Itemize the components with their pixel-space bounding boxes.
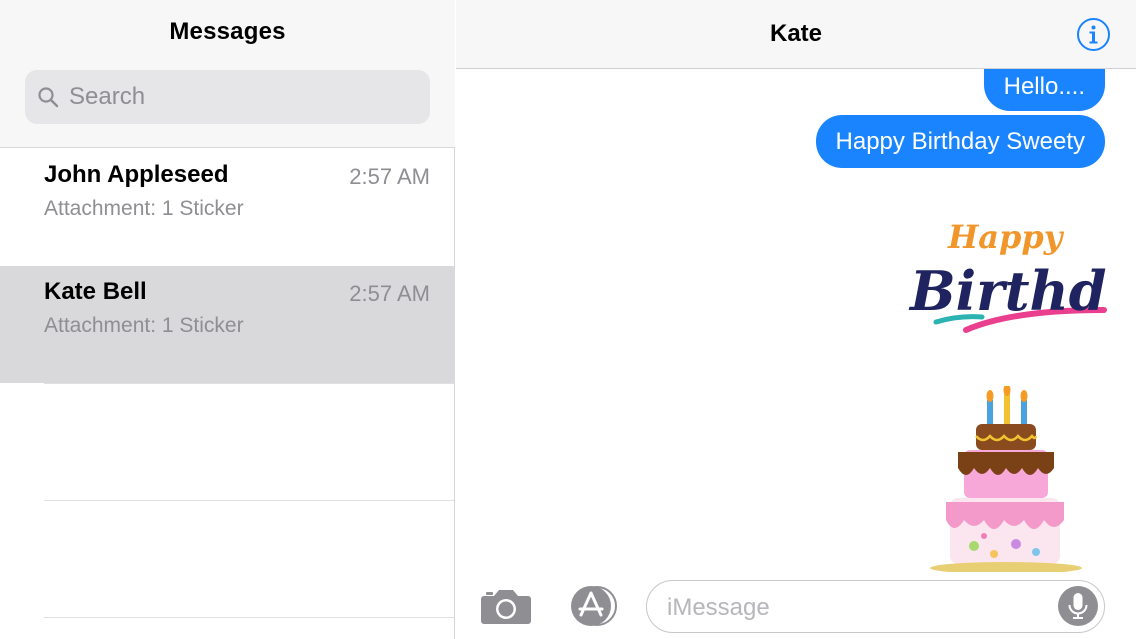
conversation-name: Kate Bell	[44, 278, 147, 305]
row-divider	[44, 617, 454, 618]
row-divider	[44, 500, 454, 501]
conversation-row-kate-bell[interactable]: Kate Bell 2:57 AM Attachment: 1 Sticker	[0, 266, 455, 383]
page-title: Messages	[169, 18, 286, 45]
conversation-preview: Attachment: 1 Sticker	[44, 197, 244, 220]
sent-message-bubble[interactable]: Happy Birthday Sweety	[815, 115, 1105, 168]
conversation-list-header: Messages Search	[0, 0, 455, 148]
conversation-time: 2:57 AM	[349, 281, 430, 306]
message-input[interactable]: iMessage	[646, 580, 1105, 633]
happy-birthday-text-sticker[interactable]: Happy Birthday	[908, 218, 1108, 334]
camera-icon[interactable]	[480, 586, 532, 626]
compose-bar: iMessage	[456, 572, 1136, 639]
conversation-name: John Appleseed	[44, 161, 229, 188]
info-icon[interactable]	[1076, 17, 1111, 52]
row-divider	[44, 383, 454, 384]
svg-text:Birthday: Birthday	[908, 259, 1108, 323]
birthday-cake-sticker[interactable]	[924, 386, 1084, 572]
svg-text:Happy: Happy	[947, 218, 1065, 256]
conversation-row-john-appleseed[interactable]: John Appleseed 2:57 AM Attachment: 1 Sti…	[0, 149, 455, 266]
conversation-time: 2:57 AM	[349, 164, 430, 189]
search-icon	[38, 87, 59, 108]
message-input-placeholder: iMessage	[667, 594, 770, 621]
conversation-list-pane: Messages Search John Appleseed 2:57 AM A…	[0, 0, 455, 639]
sent-message-bubble[interactable]: Hello....	[983, 62, 1105, 111]
search-field[interactable]: Search	[25, 70, 430, 124]
chat-title: Kate	[769, 20, 823, 47]
conversation-preview: Attachment: 1 Sticker	[44, 314, 244, 337]
chat-pane: Hello.... Happy Birthday Sweety Happy Bi…	[456, 0, 1136, 639]
chat-header: Kate	[456, 0, 1136, 69]
microphone-icon[interactable]	[1058, 586, 1098, 626]
search-placeholder: Search	[69, 83, 146, 110]
app-store-icon[interactable]	[563, 584, 619, 628]
